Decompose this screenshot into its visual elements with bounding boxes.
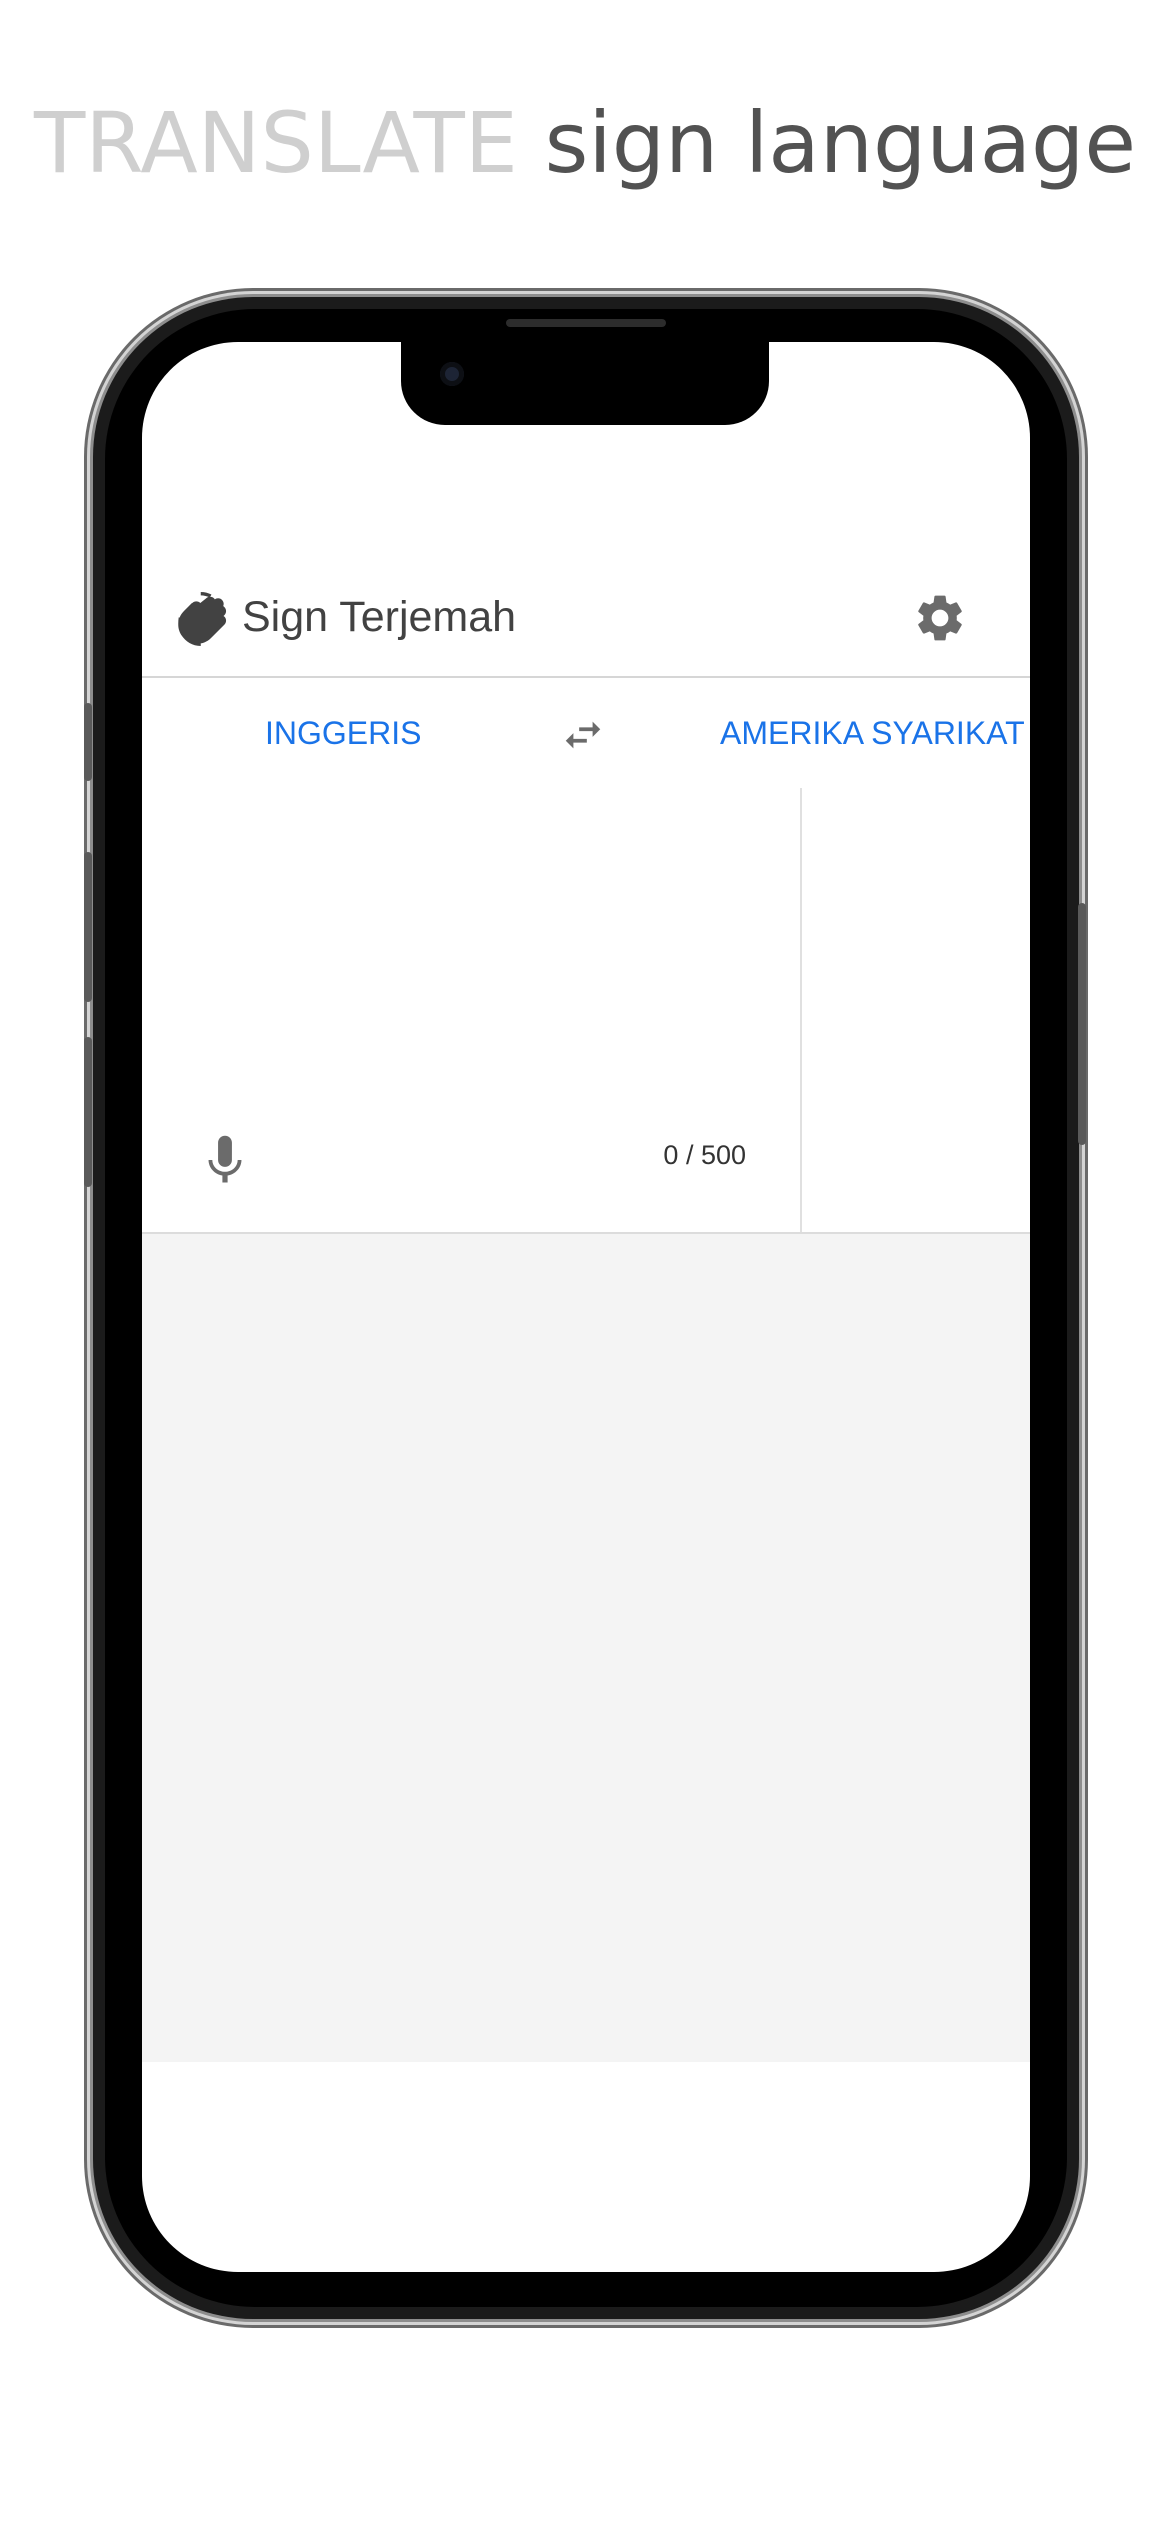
phone-screen: Sign Terjemah INGGERIS AMERIKA SYARIKAT …	[142, 342, 1030, 2272]
front-camera	[440, 362, 464, 386]
power-button	[1078, 903, 1086, 1145]
headline-translate: TRANSLATE	[33, 94, 518, 192]
translation-output-pane	[802, 788, 1030, 1232]
source-language-button[interactable]: INGGERIS	[265, 678, 421, 788]
translation-text-input[interactable]	[172, 808, 776, 1112]
target-language-button[interactable]: AMERIKA SYARIKAT	[720, 678, 1025, 788]
character-counter: 0 / 500	[663, 1140, 746, 1170]
app-title: Sign Terjemah	[242, 593, 517, 641]
volume-down-button	[84, 1037, 92, 1187]
microphone-icon[interactable]	[204, 1134, 246, 1186]
text-input-pane: 0 / 500	[142, 788, 802, 1232]
headline-sign-language: sign language	[544, 94, 1137, 192]
gear-icon[interactable]	[912, 590, 968, 646]
mute-switch	[84, 703, 92, 781]
swap-horizontal-icon[interactable]	[560, 712, 606, 758]
marketing-headline: TRANSLATE sign language	[0, 88, 1170, 198]
phone-speaker	[506, 319, 666, 327]
volume-up-button	[84, 852, 92, 1002]
waving-hands-icon	[178, 592, 227, 646]
app-bar: Sign Terjemah	[142, 570, 1030, 662]
language-selector-bar: INGGERIS AMERIKA SYARIKAT	[142, 676, 1030, 790]
sign-output-area	[142, 1234, 1030, 2062]
